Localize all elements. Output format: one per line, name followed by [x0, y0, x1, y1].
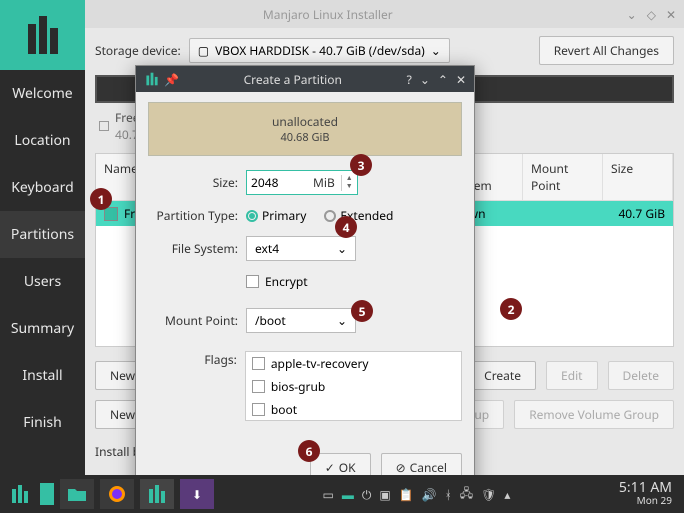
fs-label: File System: [148, 240, 238, 257]
manjaro-logo [0, 0, 85, 70]
fs-combo[interactable]: ext4⌄ [246, 236, 356, 261]
size-input[interactable] [247, 171, 307, 194]
create-button[interactable]: Create [469, 361, 536, 390]
marker-2: 2 [500, 298, 522, 320]
tray-clipboard-icon[interactable]: 📋 [399, 486, 414, 503]
marker-6: 6 [298, 440, 320, 462]
tray-bluetooth-icon[interactable]: ᚼ [445, 486, 452, 503]
sidebar-item-install[interactable]: Install [0, 352, 85, 399]
tray-shield-icon[interactable]: 🛡 [481, 486, 496, 503]
pin-icon[interactable]: 📌 [164, 71, 179, 88]
remove-vg-button: Remove Volume Group [514, 400, 674, 429]
encrypt-checkbox[interactable]: Encrypt [246, 273, 308, 290]
sidebar-item-partitions[interactable]: Partitions [0, 211, 85, 258]
chevron-down-icon: ⌄ [337, 312, 347, 329]
flag-item[interactable]: apple-tv-recovery [246, 352, 461, 375]
flags-list[interactable]: apple-tv-recovery bios-grub boot [245, 351, 462, 421]
unallocated-block: unallocated 40.68 GiB [148, 102, 462, 156]
mp-label: Mount Point: [148, 312, 238, 329]
edit-button: Edit [546, 361, 597, 390]
close-icon[interactable]: ✕ [456, 71, 466, 88]
spin-down-icon[interactable]: ▼ [342, 183, 357, 191]
window-title: Manjaro Linux Installer [29, 6, 627, 23]
size-spinner[interactable]: MiB ▲▼ [246, 170, 358, 195]
marker-1: 1 [90, 188, 112, 210]
taskbar-clock[interactable]: 5:11 AM Mon 29 [619, 481, 678, 507]
tray-rect-icon[interactable]: ▭ [322, 486, 333, 503]
size-unit: MiB [307, 174, 341, 191]
marker-4: 4 [335, 216, 357, 238]
tray-volume-icon[interactable]: 🔊 [422, 486, 437, 503]
window-titlebar: 📌 Manjaro Linux Installer ⌄ ◇ ✕ [0, 0, 684, 28]
th-mp[interactable]: Mount Point [523, 154, 603, 200]
mp-combo[interactable]: /boot⌄ [246, 308, 356, 333]
delete-button: Delete [608, 361, 675, 390]
close-icon[interactable]: ✕ [666, 6, 676, 23]
help-icon[interactable]: ? [407, 71, 412, 88]
cancel-icon: ⊘ [396, 459, 406, 476]
ptype-label: Partition Type: [148, 207, 238, 224]
unalloc-label: unallocated [149, 113, 461, 130]
storage-label: Storage device: [95, 42, 181, 59]
chevron-down-icon: ⌄ [431, 42, 441, 59]
sidebar-item-users[interactable]: Users [0, 258, 85, 305]
unalloc-size: 40.68 GiB [149, 130, 461, 145]
tray-power-icon[interactable]: ⏻ [362, 486, 372, 503]
radio-primary[interactable]: Primary [246, 207, 306, 224]
dialog-titlebar: 📌 Create a Partition ? ⌄ ⌃ ✕ [136, 66, 474, 92]
taskbar: ⬇ ▭ ▬ ⏻ ▣ 📋 🔊 ᚼ 🖧 🛡 ▴ 5:11 AM Mon 29 [0, 475, 684, 513]
sidebar: Welcome Location Keyboard Partitions Use… [0, 0, 85, 475]
flag-item[interactable]: bios-grub [246, 375, 461, 398]
storage-device-select[interactable]: ▢ VBOX HARDDISK - 40.7 GiB (/dev/sda) ⌄ [189, 38, 450, 63]
marker-3: 3 [350, 154, 372, 176]
maximize-icon[interactable]: ⌃ [438, 71, 448, 88]
tray-network-icon[interactable]: 🖧 [460, 484, 473, 505]
revert-button[interactable]: Revert All Changes [539, 36, 674, 65]
legend-swatch [99, 121, 109, 131]
size-label: Size: [148, 174, 238, 191]
flags-label: Flags: [148, 351, 237, 368]
dialog-title: Create a Partition [179, 71, 407, 88]
sidebar-item-keyboard[interactable]: Keyboard [0, 164, 85, 211]
th-size[interactable]: Size [603, 154, 673, 200]
installer-task-icon[interactable] [140, 479, 174, 509]
show-desktop-icon[interactable] [40, 483, 54, 505]
chevron-down-icon: ⌄ [337, 240, 347, 257]
firefox-icon[interactable] [100, 479, 134, 509]
download-task-icon[interactable]: ⬇ [180, 479, 214, 509]
file-manager-icon[interactable] [60, 479, 94, 509]
dialog-logo-icon [144, 70, 160, 88]
flag-item[interactable]: boot [246, 398, 461, 421]
row-size: 40.7 GiB [605, 205, 665, 222]
start-menu-icon[interactable] [6, 480, 34, 508]
maximize-icon[interactable]: ◇ [647, 6, 656, 23]
radio-extended[interactable]: Extended [324, 207, 393, 224]
hdd-icon: ▢ [198, 42, 209, 59]
tray-monitor-icon[interactable]: ▣ [379, 486, 390, 503]
tray-folder-icon[interactable]: ▬ [342, 486, 354, 503]
minimize-icon[interactable]: ⌄ [627, 6, 637, 23]
check-icon: ✓ [325, 459, 335, 476]
sidebar-item-location[interactable]: Location [0, 117, 85, 164]
create-partition-dialog: 📌 Create a Partition ? ⌄ ⌃ ✕ unallocated… [135, 65, 475, 497]
sidebar-item-summary[interactable]: Summary [0, 305, 85, 352]
marker-5: 5 [351, 300, 373, 322]
sidebar-item-finish[interactable]: Finish [0, 399, 85, 446]
tray-chevron-icon[interactable]: ▴ [504, 486, 510, 503]
minimize-icon[interactable]: ⌄ [420, 71, 430, 88]
storage-value: VBOX HARDDISK - 40.7 GiB (/dev/sda) [215, 42, 425, 59]
sidebar-item-welcome[interactable]: Welcome [0, 70, 85, 117]
